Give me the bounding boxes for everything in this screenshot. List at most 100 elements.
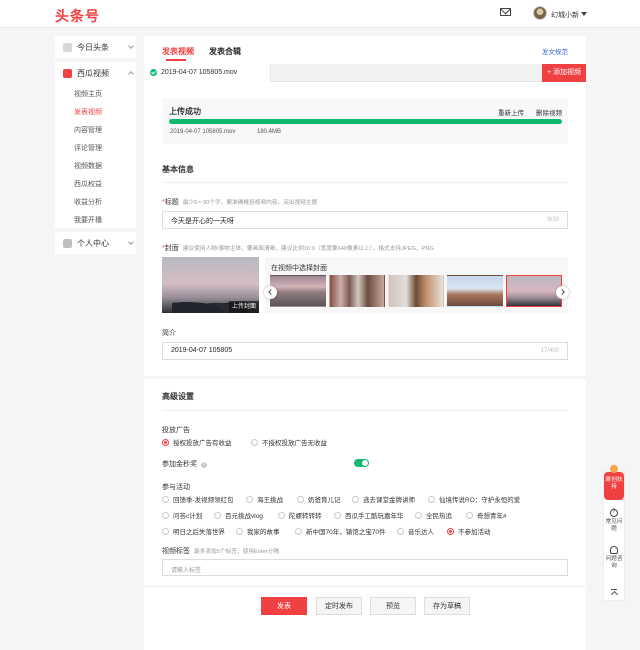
uploaded-files-strip: 2019-04-07 105805.mov + 添加视频 <box>144 64 586 82</box>
activity-option[interactable]: 百元挑战vlog <box>214 510 263 520</box>
user-icon <box>63 239 72 248</box>
cover-frame[interactable] <box>447 275 503 307</box>
faq-button[interactable]: 常见问题 <box>604 509 624 533</box>
sidebar-item-live[interactable]: 我要开播 <box>74 215 102 225</box>
chevron-down-icon <box>128 239 134 245</box>
sidebar-item-content-management[interactable]: 内容管理 <box>74 125 102 135</box>
chevron-down-icon <box>128 43 134 49</box>
chevron-left-icon[interactable] <box>264 286 277 299</box>
cover-frame-selected[interactable] <box>506 275 562 307</box>
cover-frame[interactable] <box>329 275 385 307</box>
title-label: 标题 <box>164 199 179 206</box>
activity-option[interactable]: 我家的故事 <box>236 526 280 536</box>
activity-option[interactable]: 西瓜手工酷玩嘉年华 <box>334 510 404 520</box>
option-label: 奶爸育儿记 <box>308 497 341 504</box>
cover-label: 封面 <box>164 245 179 252</box>
title-value: 今天是开心的一天呀 <box>171 218 234 225</box>
upload-progress-fill <box>169 119 562 124</box>
back-to-top-icon[interactable] <box>610 589 618 597</box>
faq-label: 常见问题 <box>605 519 623 532</box>
mail-icon[interactable] <box>500 8 511 16</box>
option-label: 音乐达人 <box>408 529 434 536</box>
option-label: 新中国70年，镇馆之宝70件 <box>306 529 386 536</box>
publishing-rules-link[interactable]: 发文规范 <box>542 46 568 56</box>
intro-input[interactable]: 2019-04-07 105805 17/400 <box>162 342 568 360</box>
reupload-button[interactable]: 重新上传 <box>498 107 524 117</box>
option-label: 我家的故事 <box>247 529 280 536</box>
sidebar-item-profile[interactable]: 个人中心 <box>63 238 134 249</box>
activity-option[interactable]: 海王挑战 <box>246 494 283 504</box>
upload-status: 上传成功 <box>169 107 201 116</box>
avatar[interactable] <box>533 6 547 20</box>
sidebar-section-profile[interactable]: 个人中心 <box>55 232 136 254</box>
activity-option-selected[interactable]: 不参加活动 <box>447 526 491 536</box>
original-support-badge[interactable]: 原创扶持 <box>604 465 624 500</box>
sidebar-item-publish-video[interactable]: 发表视频 <box>74 107 102 117</box>
intro-label-row: 简介 <box>162 328 176 338</box>
sidebar-item-xigua-rights[interactable]: 西瓜权益 <box>74 179 102 189</box>
option-label: 明日之后失落世界 <box>173 529 225 536</box>
activity-option[interactable]: 奇想青年# <box>466 510 507 520</box>
chevron-down-icon[interactable] <box>581 12 587 16</box>
add-video-button[interactable]: + 添加视频 <box>542 64 586 82</box>
cover-label-row: * 封面 建议使用人物/事物主体；要画面清晰，建议比例16:9（宽度要640像素… <box>162 243 434 253</box>
tags-label-row: 视频标签 最多添加5个标签，使用Enter分隔 <box>162 546 279 556</box>
option-label: 逃去课堂金牌讲师 <box>363 497 415 504</box>
question-icon <box>610 509 618 517</box>
preview-button[interactable]: 预览 <box>370 597 416 615</box>
upload-progress-bar <box>169 119 562 124</box>
cover-frame[interactable] <box>388 275 444 307</box>
title-input[interactable]: 今天是开心的一天呀 9/30 <box>162 211 568 229</box>
option-label: 问答c计划 <box>173 513 203 520</box>
activity-option[interactable]: 全民热追 <box>415 510 452 520</box>
sidebar-item-xigua[interactable]: 西瓜视频 <box>63 68 134 79</box>
radio-icon <box>428 496 435 503</box>
sidebar-item-comment-management[interactable]: 评论管理 <box>74 143 102 153</box>
basic-info-title: 基本信息 <box>162 165 194 174</box>
sidebar-item-label: 个人中心 <box>77 239 109 248</box>
activity-option[interactable]: 逃去课堂金牌讲师 <box>352 494 415 504</box>
gold-video-toggle[interactable] <box>354 459 369 467</box>
activity-option[interactable]: 明日之后失落世界 <box>162 526 225 536</box>
floating-help-panel: 原创扶持 常见问题 问题咨询 <box>603 465 625 601</box>
tab-publish-collection[interactable]: 发表合辑 <box>209 46 241 57</box>
radio-icon <box>162 496 169 503</box>
sidebar-section-toutiao[interactable]: 今日头条 <box>55 36 136 58</box>
delete-video-button[interactable]: 删除视频 <box>536 107 562 117</box>
radio-icon <box>297 496 304 503</box>
consult-button[interactable]: 问题咨询 <box>604 546 624 570</box>
upload-cover-button[interactable]: 上传封面 <box>229 301 259 313</box>
sidebar-section-xigua: 西瓜视频 视频主页 发表视频 内容管理 评论管理 视频数据 西瓜权益 收益分析 … <box>55 62 136 228</box>
activity-option[interactable]: 仙境传说RO：守护永恒的爱 <box>428 494 520 504</box>
save-draft-button[interactable]: 存为草稿 <box>424 597 470 615</box>
tab-publish-video[interactable]: 发表视频 <box>162 46 194 61</box>
sidebar-item-revenue-analysis[interactable]: 收益分析 <box>74 197 102 207</box>
sidebar-item-toutiao[interactable]: 今日头条 <box>63 42 134 53</box>
basic-info-divider <box>162 182 568 183</box>
schedule-publish-button[interactable]: 定时发布 <box>316 597 362 615</box>
username[interactable]: 幻城小新 <box>551 10 579 20</box>
activity-option[interactable]: 回馈季-发视频领红包 <box>162 494 234 504</box>
uploaded-file-tab[interactable]: 2019-04-07 105805.mov <box>144 64 271 82</box>
sidebar-item-video-data[interactable]: 视频数据 <box>74 161 102 171</box>
ads-option-unauthorized[interactable]: 不授权投放广告无收益 <box>251 437 327 447</box>
activity-option[interactable]: 新中国70年，镇馆之宝70件 <box>295 526 385 536</box>
tags-input[interactable]: 请输入标签 <box>162 559 568 576</box>
top-header: 头条号 幻城小新 <box>0 0 640 28</box>
activity-option[interactable]: 奶爸育儿记 <box>297 494 341 504</box>
activity-option[interactable]: 陀螺转转转 <box>278 510 322 520</box>
site-logo[interactable]: 头条号 <box>55 6 100 26</box>
chevron-right-icon[interactable] <box>556 286 569 299</box>
radio-icon <box>397 528 404 535</box>
activity-option[interactable]: 音乐达人 <box>397 526 434 536</box>
help-icon[interactable]: ? <box>201 462 207 468</box>
sidebar-item-video-home[interactable]: 视频主页 <box>74 89 102 99</box>
publish-button[interactable]: 发表 <box>261 597 307 615</box>
radio-icon <box>415 512 422 519</box>
cover-preview[interactable]: 上传封面 <box>162 257 259 313</box>
activity-option[interactable]: 问答c计划 <box>162 510 202 520</box>
intro-value: 2019-04-07 105805 <box>171 347 233 354</box>
cover-frame[interactable] <box>270 275 326 307</box>
upload-file-size: 180.4MB <box>257 129 282 135</box>
ads-option-authorized[interactable]: 授权投放广告有收益 <box>162 437 232 447</box>
